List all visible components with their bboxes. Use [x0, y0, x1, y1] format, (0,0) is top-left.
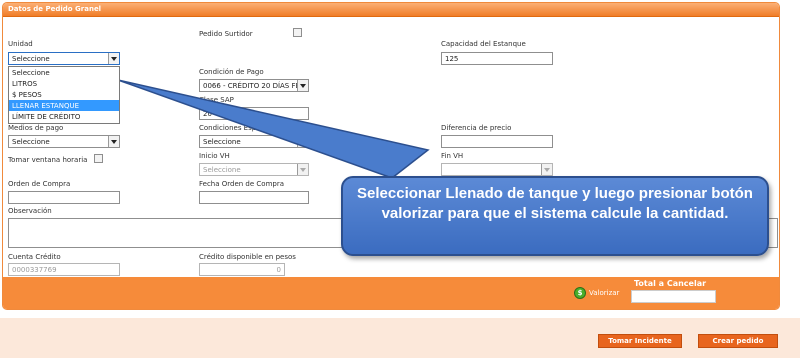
- unidad-option-selected[interactable]: LLENAR ESTANQUE: [9, 100, 119, 111]
- unidad-option[interactable]: LITROS: [9, 78, 119, 89]
- callout-text: Seleccionar Llenado de tanque y luego pr…: [357, 185, 753, 222]
- unidad-option[interactable]: LÍMITE DE CRÉDITO: [9, 111, 119, 122]
- stage: Datos de Pedido Granel Pedido Surtidor U…: [0, 0, 800, 358]
- instruction-callout: Seleccionar Llenado de tanque y luego pr…: [341, 176, 769, 256]
- unidad-option[interactable]: Seleccione: [9, 67, 119, 78]
- unidad-dropdown-list: Seleccione LITROS $ PESOS LLENAR ESTANQU…: [8, 66, 120, 124]
- unidad-option[interactable]: $ PESOS: [9, 89, 119, 100]
